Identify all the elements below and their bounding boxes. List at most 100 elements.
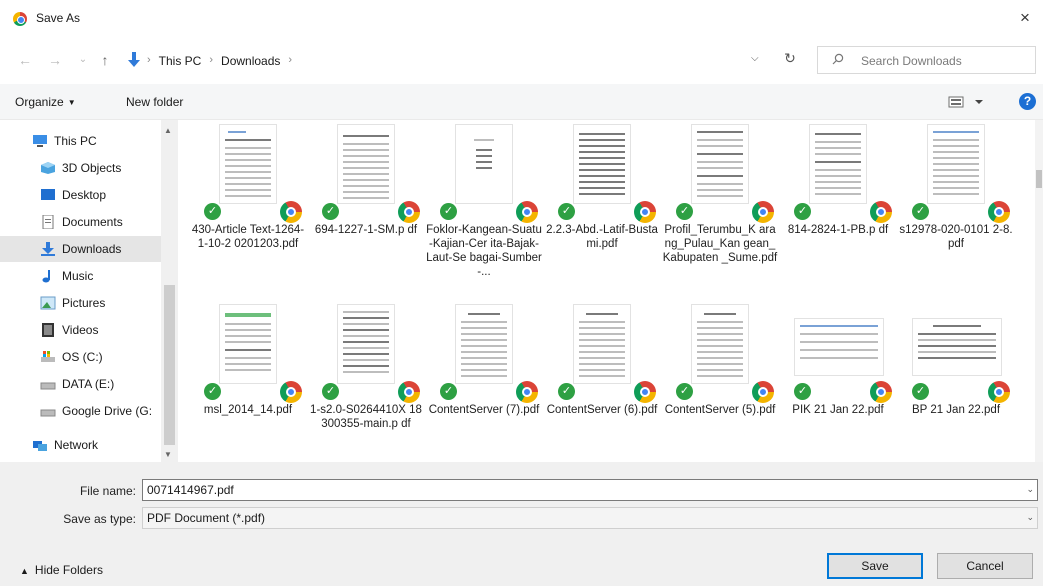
search-input[interactable]: Search Downloads bbox=[817, 46, 1036, 74]
search-placeholder: Search Downloads bbox=[861, 54, 962, 68]
recent-locations-chevron-icon[interactable]: ⌄ bbox=[74, 50, 92, 70]
desktop-icon bbox=[41, 189, 55, 200]
save-as-type-value: PDF Document (*.pdf) bbox=[147, 511, 266, 525]
sidebar-item-network[interactable]: Network bbox=[32, 432, 157, 458]
file-name: msl_2014_14.pdf bbox=[203, 404, 293, 416]
sidebar-item-label: 3D Objects bbox=[62, 161, 122, 175]
file-item[interactable]: ✓ 1-s2.0-S0264410X 18300355-main.p df bbox=[308, 300, 424, 462]
file-grid-scrollbar-thumb[interactable] bbox=[1036, 170, 1042, 188]
cancel-button[interactable]: Cancel bbox=[937, 553, 1033, 579]
synced-check-icon: ✓ bbox=[558, 383, 575, 400]
drive-os-icon bbox=[41, 351, 55, 362]
file-item[interactable]: ✓ ContentServer (6).pdf bbox=[544, 300, 660, 462]
downloads-arrow-icon bbox=[128, 52, 140, 67]
file-name: 814-2824-1-PB.p df bbox=[787, 224, 889, 236]
pdf-thumbnail bbox=[219, 124, 277, 204]
music-icon bbox=[42, 270, 50, 283]
new-folder-button[interactable]: New folder bbox=[126, 95, 183, 109]
file-name: 1-s2.0-S0264410X 18300355-main.p df bbox=[310, 404, 422, 430]
file-item[interactable]: ✓ ContentServer (5).pdf bbox=[662, 300, 778, 462]
downloads-icon bbox=[41, 242, 55, 256]
chrome-icon bbox=[398, 201, 420, 223]
sidebar-scrollbar-thumb[interactable] bbox=[164, 285, 175, 445]
up-arrow-icon[interactable]: ↑ bbox=[96, 50, 114, 70]
chrome-icon bbox=[516, 201, 538, 223]
sidebar-item-desktop[interactable]: Desktop bbox=[40, 182, 160, 208]
file-item[interactable]: ✓ 694-1227-1-SM.p df bbox=[308, 120, 424, 298]
breadcrumb-separator[interactable]: › bbox=[288, 54, 292, 68]
file-item[interactable]: ✓ Foklor-Kangean-Suatu-Kajian-Cer ita-Ba… bbox=[426, 120, 542, 298]
documents-icon bbox=[42, 215, 54, 229]
sidebar-item-videos[interactable]: Videos bbox=[40, 317, 160, 343]
sidebar-item-google-drive[interactable]: Google Drive (G: bbox=[40, 398, 162, 424]
drive-icon bbox=[40, 409, 56, 417]
file-name: ContentServer (6).pdf bbox=[546, 404, 658, 416]
save-button[interactable]: Save bbox=[827, 553, 923, 579]
address-dropdown-chevron-icon[interactable]: ⌵ bbox=[751, 53, 759, 64]
file-name-field[interactable]: 0071414967.pdf ⌄ bbox=[142, 479, 1038, 501]
file-item[interactable]: ✓ Profil_Terumbu_K arang_Pulau_Kan gean_… bbox=[662, 120, 778, 298]
title-bar: Save As × bbox=[0, 0, 1043, 38]
back-arrow-icon[interactable]: ← bbox=[16, 50, 34, 70]
file-item[interactable]: ✓ msl_2014_14.pdf bbox=[190, 300, 306, 462]
file-item[interactable]: ✓ ContentServer (7).pdf bbox=[426, 300, 542, 462]
sidebar-item-label: Google Drive (G: bbox=[62, 404, 153, 418]
sidebar-item-downloads[interactable]: Downloads bbox=[0, 236, 161, 262]
scroll-down-icon[interactable]: ▼ bbox=[164, 450, 172, 459]
hide-folders-button[interactable]: ▲ Hide Folders bbox=[20, 563, 103, 577]
change-view-icon[interactable] bbox=[948, 94, 988, 110]
synced-check-icon: ✓ bbox=[322, 383, 339, 400]
refresh-icon[interactable]: ↻ bbox=[782, 50, 798, 68]
sidebar-item-data-drive[interactable]: DATA (E:) bbox=[40, 371, 160, 397]
forward-arrow-icon[interactable]: → bbox=[46, 50, 64, 70]
file-name: 694-1227-1-SM.p df bbox=[314, 224, 418, 236]
sidebar-item-label: Documents bbox=[62, 215, 123, 229]
scroll-up-icon[interactable]: ▲ bbox=[164, 126, 172, 135]
synced-check-icon: ✓ bbox=[794, 383, 811, 400]
search-icon bbox=[832, 53, 844, 65]
pdf-thumbnail bbox=[455, 124, 513, 204]
address-bar[interactable]: › This PC › Downloads › ⌵ bbox=[122, 46, 802, 74]
pdf-thumbnail bbox=[691, 124, 749, 204]
organize-menu-button[interactable]: Organize ▼ bbox=[15, 95, 76, 109]
pdf-thumbnail bbox=[337, 124, 395, 204]
network-icon bbox=[33, 441, 47, 451]
sidebar-item-music[interactable]: Music bbox=[40, 263, 160, 289]
sidebar-item-documents[interactable]: Documents bbox=[40, 209, 160, 235]
chrome-icon bbox=[280, 381, 302, 403]
chevron-down-icon[interactable]: ⌄ bbox=[1026, 512, 1034, 523]
chrome-icon bbox=[398, 381, 420, 403]
file-item[interactable]: ✓ PIK 21 Jan 22.pdf bbox=[780, 300, 896, 462]
synced-check-icon: ✓ bbox=[676, 203, 693, 220]
file-item[interactable]: ✓ 814-2824-1-PB.p df bbox=[780, 120, 896, 298]
file-name: 430-Article Text-1264-1-10-2 0201203.pdf bbox=[191, 224, 305, 250]
drive-icon bbox=[40, 382, 56, 390]
pdf-thumbnail bbox=[912, 318, 1002, 376]
chevron-down-icon[interactable]: ⌄ bbox=[1026, 484, 1034, 495]
breadcrumb-downloads[interactable]: Downloads bbox=[221, 54, 280, 68]
sidebar-item-os-drive[interactable]: OS (C:) bbox=[40, 344, 160, 370]
file-item[interactable]: ✓ s12978-020-0101 2-8.pdf bbox=[898, 120, 1014, 298]
pdf-thumbnail bbox=[337, 304, 395, 384]
pdf-thumbnail bbox=[219, 304, 277, 384]
file-name-value: 0071414967.pdf bbox=[147, 483, 234, 497]
synced-check-icon: ✓ bbox=[440, 203, 457, 220]
chrome-icon bbox=[634, 381, 656, 403]
sidebar-item-label: Desktop bbox=[62, 188, 107, 202]
close-icon[interactable]: × bbox=[1015, 8, 1035, 28]
file-item[interactable]: ✓ 430-Article Text-1264-1-10-2 0201203.p… bbox=[190, 120, 306, 298]
pdf-thumbnail bbox=[455, 304, 513, 384]
synced-check-icon: ✓ bbox=[204, 203, 221, 220]
sidebar-item-this-pc[interactable]: This PC bbox=[32, 128, 157, 154]
file-item[interactable]: ✓ BP 21 Jan 22.pdf bbox=[898, 300, 1014, 462]
videos-icon bbox=[42, 323, 54, 337]
file-item[interactable]: ✓ 2.2.3-Abd.-Latif-Bustami.pdf bbox=[544, 120, 660, 298]
chrome-icon bbox=[988, 201, 1010, 223]
breadcrumb: › This PC › Downloads › bbox=[147, 54, 300, 68]
save-as-type-select[interactable]: PDF Document (*.pdf) ⌄ bbox=[142, 507, 1038, 529]
sidebar-item-pictures[interactable]: Pictures bbox=[40, 290, 160, 316]
sidebar-item-3d-objects[interactable]: 3D Objects bbox=[40, 155, 160, 181]
pdf-thumbnail bbox=[794, 318, 884, 376]
breadcrumb-this-pc[interactable]: This PC bbox=[159, 54, 202, 68]
help-icon[interactable]: ? bbox=[1019, 93, 1036, 110]
